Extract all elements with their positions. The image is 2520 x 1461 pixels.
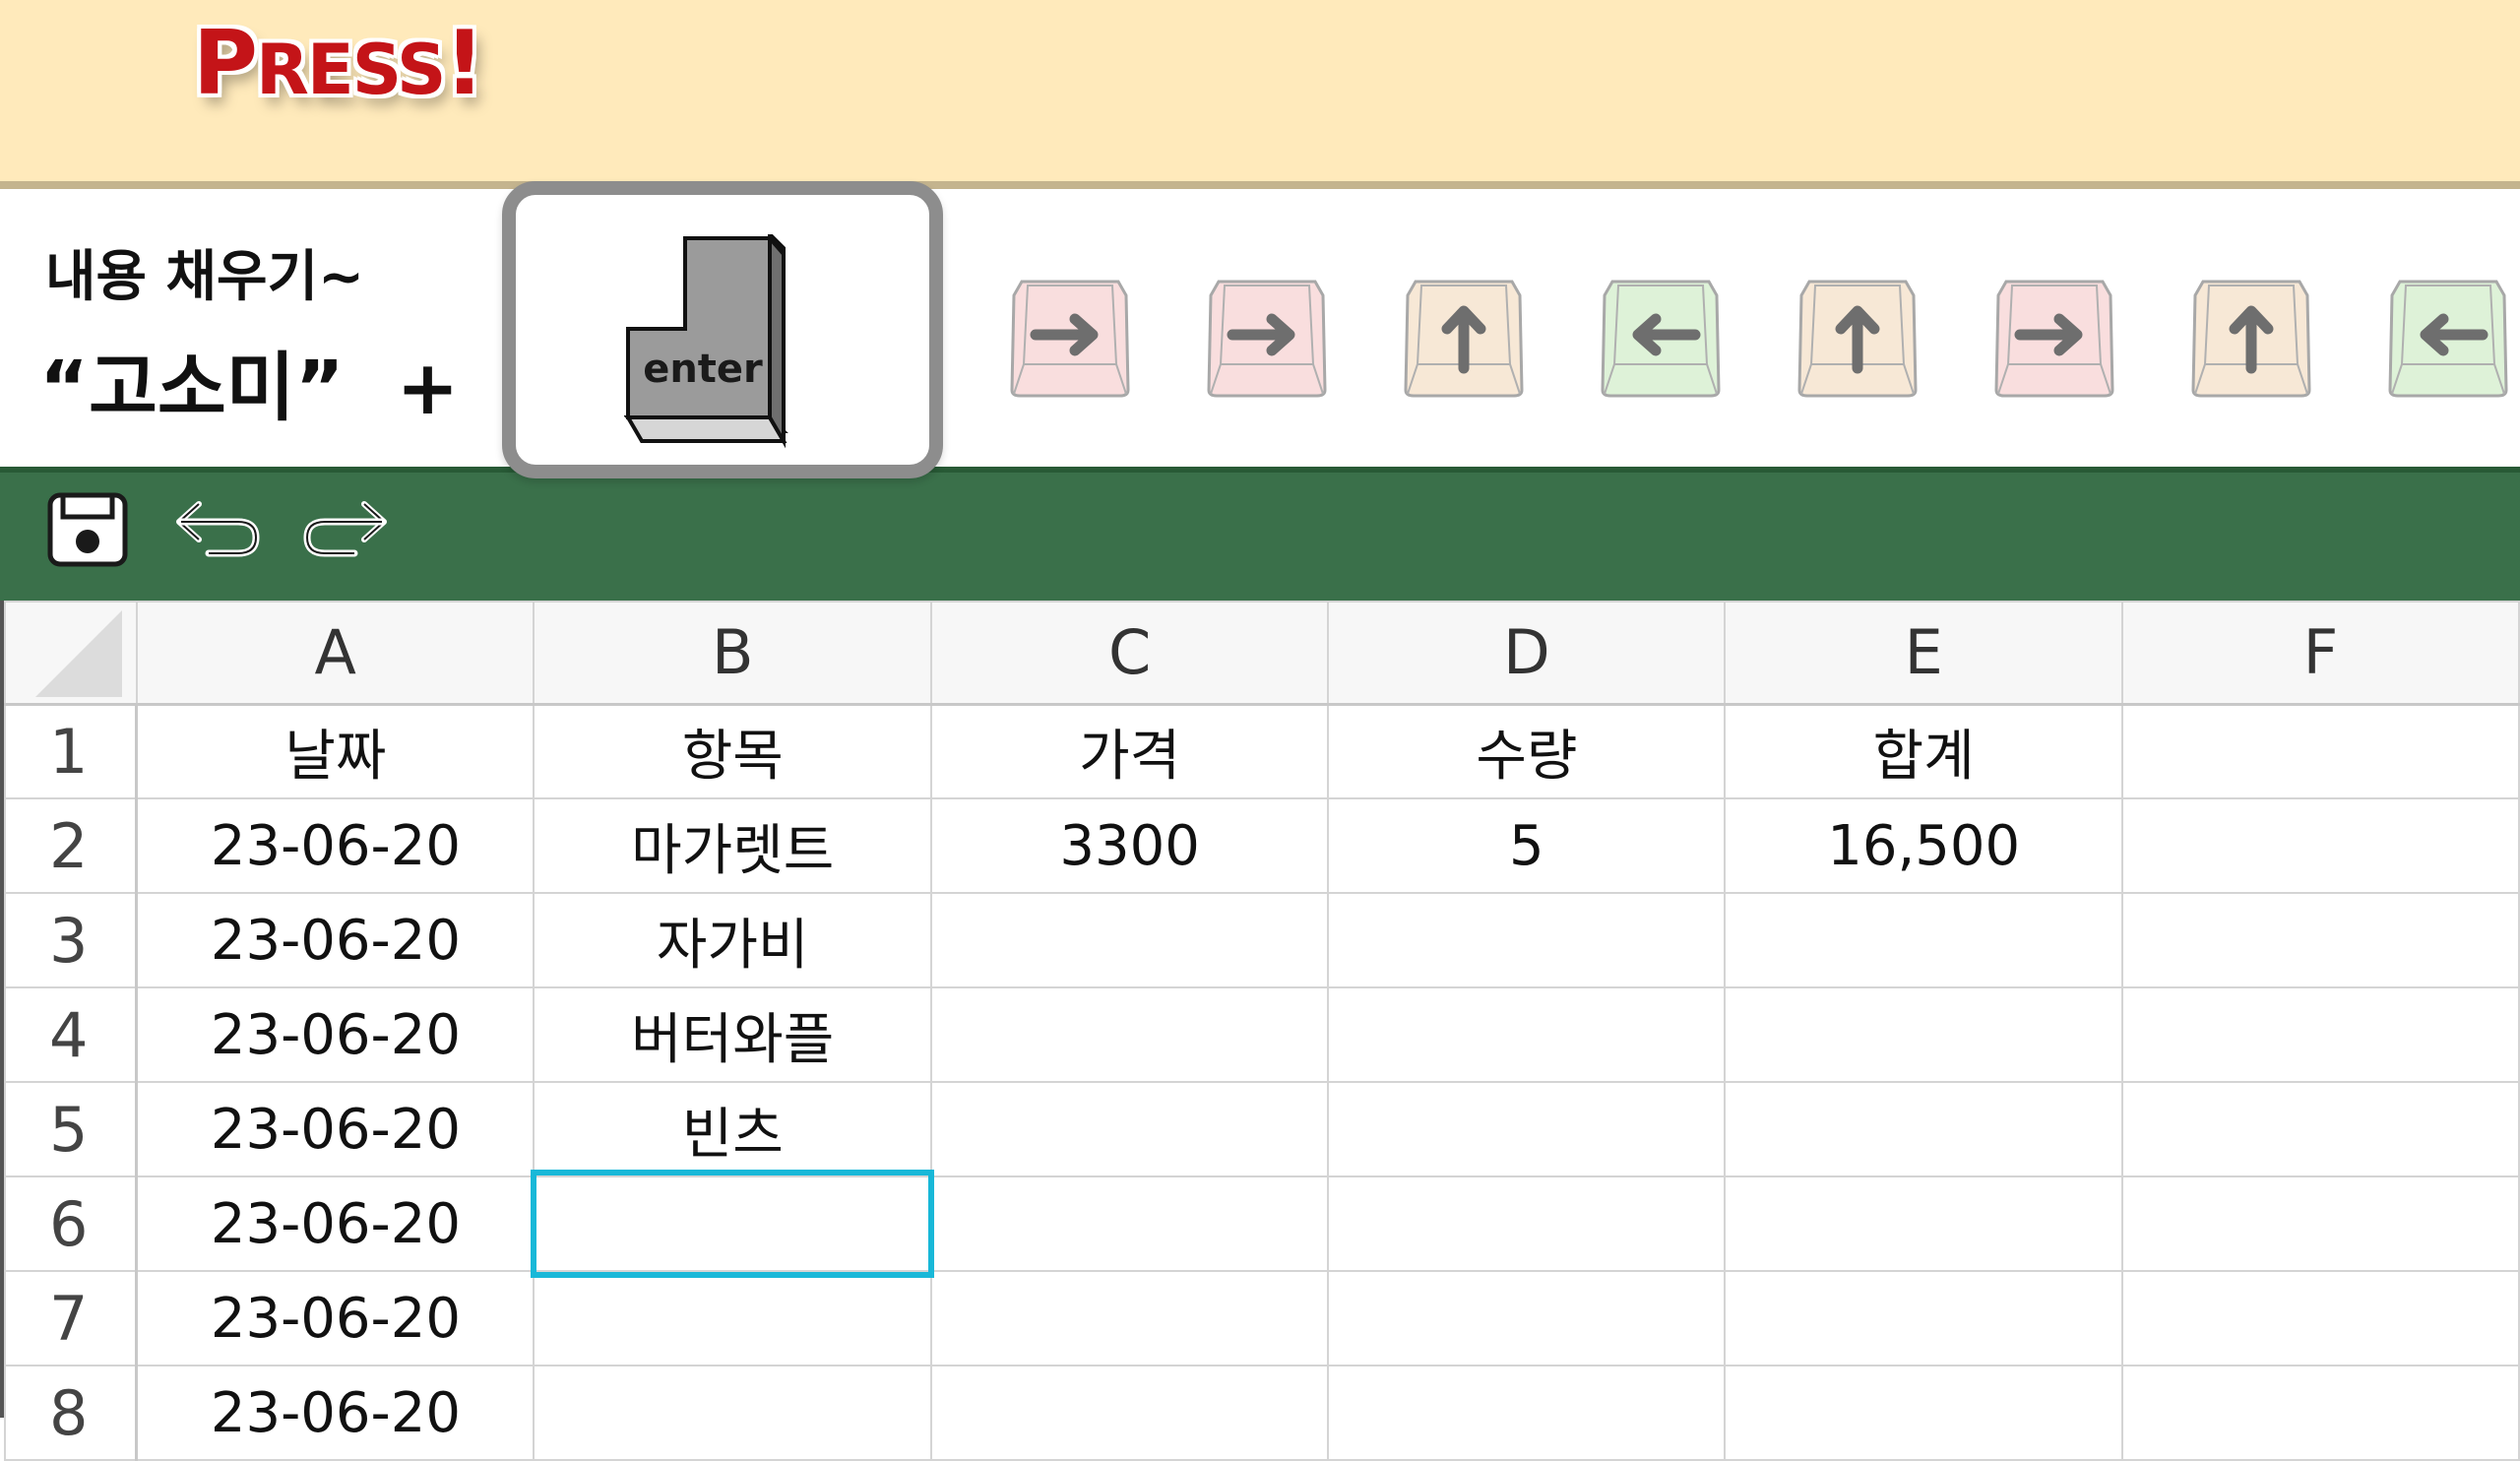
row-header-7[interactable]: 7 (4, 1270, 139, 1366)
row-header-1[interactable]: 1 (4, 703, 139, 799)
cell-f2[interactable] (2120, 797, 2520, 894)
column-header-f[interactable]: F (2120, 601, 2520, 706)
cell-f8[interactable] (2120, 1365, 2520, 1461)
cell-d7[interactable] (1327, 1270, 1727, 1366)
spreadsheet: ABCDEF 1 날짜 항목 가격 수량 합계 2 23-06-20 마가렛트 3300 5 16,5… (0, 601, 2520, 1461)
cell-c8[interactable] (929, 1365, 1330, 1461)
cell-b5[interactable]: 빈츠 (533, 1081, 932, 1177)
instruction-line1: 내용 채우기~ (45, 245, 365, 309)
cell-d6[interactable] (1327, 1175, 1727, 1272)
cell-b3[interactable]: 자가비 (533, 892, 932, 988)
key-arrow-right-icon (1207, 280, 1327, 398)
cell-e6[interactable] (1724, 1175, 2123, 1272)
table-row: 5 23-06-20 빈츠 (4, 1081, 2520, 1177)
cell-b7[interactable] (533, 1270, 932, 1366)
cell-c6[interactable] (929, 1175, 1330, 1272)
row-header-8[interactable]: 8 (4, 1365, 139, 1461)
column-header-a[interactable]: A (135, 601, 536, 706)
press-title: PRESS! (193, 12, 484, 115)
cell-a5[interactable]: 23-06-20 (135, 1081, 536, 1177)
cell-a4[interactable]: 23-06-20 (135, 986, 536, 1083)
cell-e7[interactable] (1724, 1270, 2123, 1366)
cell-d1[interactable]: 수량 (1327, 703, 1727, 799)
cell-a6[interactable]: 23-06-20 (135, 1175, 536, 1272)
cell-b6[interactable] (533, 1175, 932, 1272)
cell-f5[interactable] (2120, 1081, 2520, 1177)
cell-c1[interactable]: 가격 (929, 703, 1330, 799)
enter-key-card: enter (502, 181, 943, 478)
corner-triangle-icon (35, 610, 122, 697)
cell-c4[interactable] (929, 986, 1330, 1083)
svg-text:enter: enter (643, 347, 763, 392)
redo-icon[interactable] (301, 496, 390, 561)
column-header-e[interactable]: E (1724, 601, 2123, 706)
key-arrow-right-icon (1994, 280, 2114, 398)
row-header-2[interactable]: 2 (4, 797, 139, 894)
cell-f1[interactable] (2120, 703, 2520, 799)
cell-c2[interactable]: 3300 (929, 797, 1330, 894)
cell-e4[interactable] (1724, 986, 2123, 1083)
column-header-c[interactable]: C (929, 601, 1330, 706)
select-all-corner[interactable] (4, 601, 138, 706)
cell-d2[interactable]: 5 (1327, 797, 1727, 894)
cell-f3[interactable] (2120, 892, 2520, 988)
column-header-b[interactable]: B (533, 601, 932, 706)
key-arrow-right-icon (1010, 280, 1130, 398)
cell-c7[interactable] (929, 1270, 1330, 1366)
table-row: 4 23-06-20 버터와플 (4, 986, 2520, 1083)
cell-e8[interactable] (1724, 1365, 2123, 1461)
row-header-6[interactable]: 6 (4, 1175, 139, 1272)
cell-f6[interactable] (2120, 1175, 2520, 1272)
cell-a8[interactable]: 23-06-20 (135, 1365, 536, 1461)
key-arrow-left-icon (1601, 280, 1721, 398)
table-row: 7 23-06-20 (4, 1270, 2520, 1366)
cell-f7[interactable] (2120, 1270, 2520, 1366)
cell-d4[interactable] (1327, 986, 1727, 1083)
save-icon[interactable] (47, 492, 128, 567)
sheet-table: ABCDEF 1 날짜 항목 가격 수량 합계 2 23-06-20 마가렛트 3300 5 16,5… (4, 601, 2520, 1461)
cell-e3[interactable] (1724, 892, 2123, 988)
row-header-5[interactable]: 5 (4, 1081, 139, 1177)
undo-icon[interactable] (173, 496, 262, 561)
row-header-4[interactable]: 4 (4, 986, 139, 1083)
cell-e5[interactable] (1724, 1081, 2123, 1177)
cell-a1[interactable]: 날짜 (135, 703, 536, 799)
cell-a2[interactable]: 23-06-20 (135, 797, 536, 894)
cell-c3[interactable] (929, 892, 1330, 988)
cell-f4[interactable] (2120, 986, 2520, 1083)
key-arrow-left-icon (2388, 280, 2508, 398)
instruction-line2: “고소미” + (39, 344, 460, 431)
cell-b1[interactable]: 항목 (533, 703, 932, 799)
table-row: 8 23-06-20 (4, 1365, 2520, 1461)
cell-e1[interactable]: 합계 (1724, 703, 2123, 799)
cell-b8[interactable] (533, 1365, 932, 1461)
cell-d8[interactable] (1327, 1365, 1727, 1461)
table-row: 6 23-06-20 (4, 1175, 2520, 1272)
cell-d3[interactable] (1327, 892, 1727, 988)
cell-b4[interactable]: 버터와플 (533, 986, 932, 1083)
cell-b2[interactable]: 마가렛트 (533, 797, 932, 894)
table-row: 3 23-06-20 자가비 (4, 892, 2520, 988)
key-arrow-up-icon (2191, 280, 2311, 398)
cell-a3[interactable]: 23-06-20 (135, 892, 536, 988)
cell-e2[interactable]: 16,500 (1724, 797, 2123, 894)
cell-c5[interactable] (929, 1081, 1330, 1177)
row-header-3[interactable]: 3 (4, 892, 139, 988)
enter-key-icon: enter (624, 234, 788, 449)
key-arrow-up-icon (1797, 280, 1918, 398)
cell-a7[interactable]: 23-06-20 (135, 1270, 536, 1366)
cell-d5[interactable] (1327, 1081, 1727, 1177)
table-row: 1 날짜 항목 가격 수량 합계 (4, 703, 2520, 799)
key-arrow-up-icon (1404, 280, 1524, 398)
column-header-d[interactable]: D (1327, 601, 1727, 706)
table-row: 2 23-06-20 마가렛트 3300 5 16,500 (4, 797, 2520, 894)
